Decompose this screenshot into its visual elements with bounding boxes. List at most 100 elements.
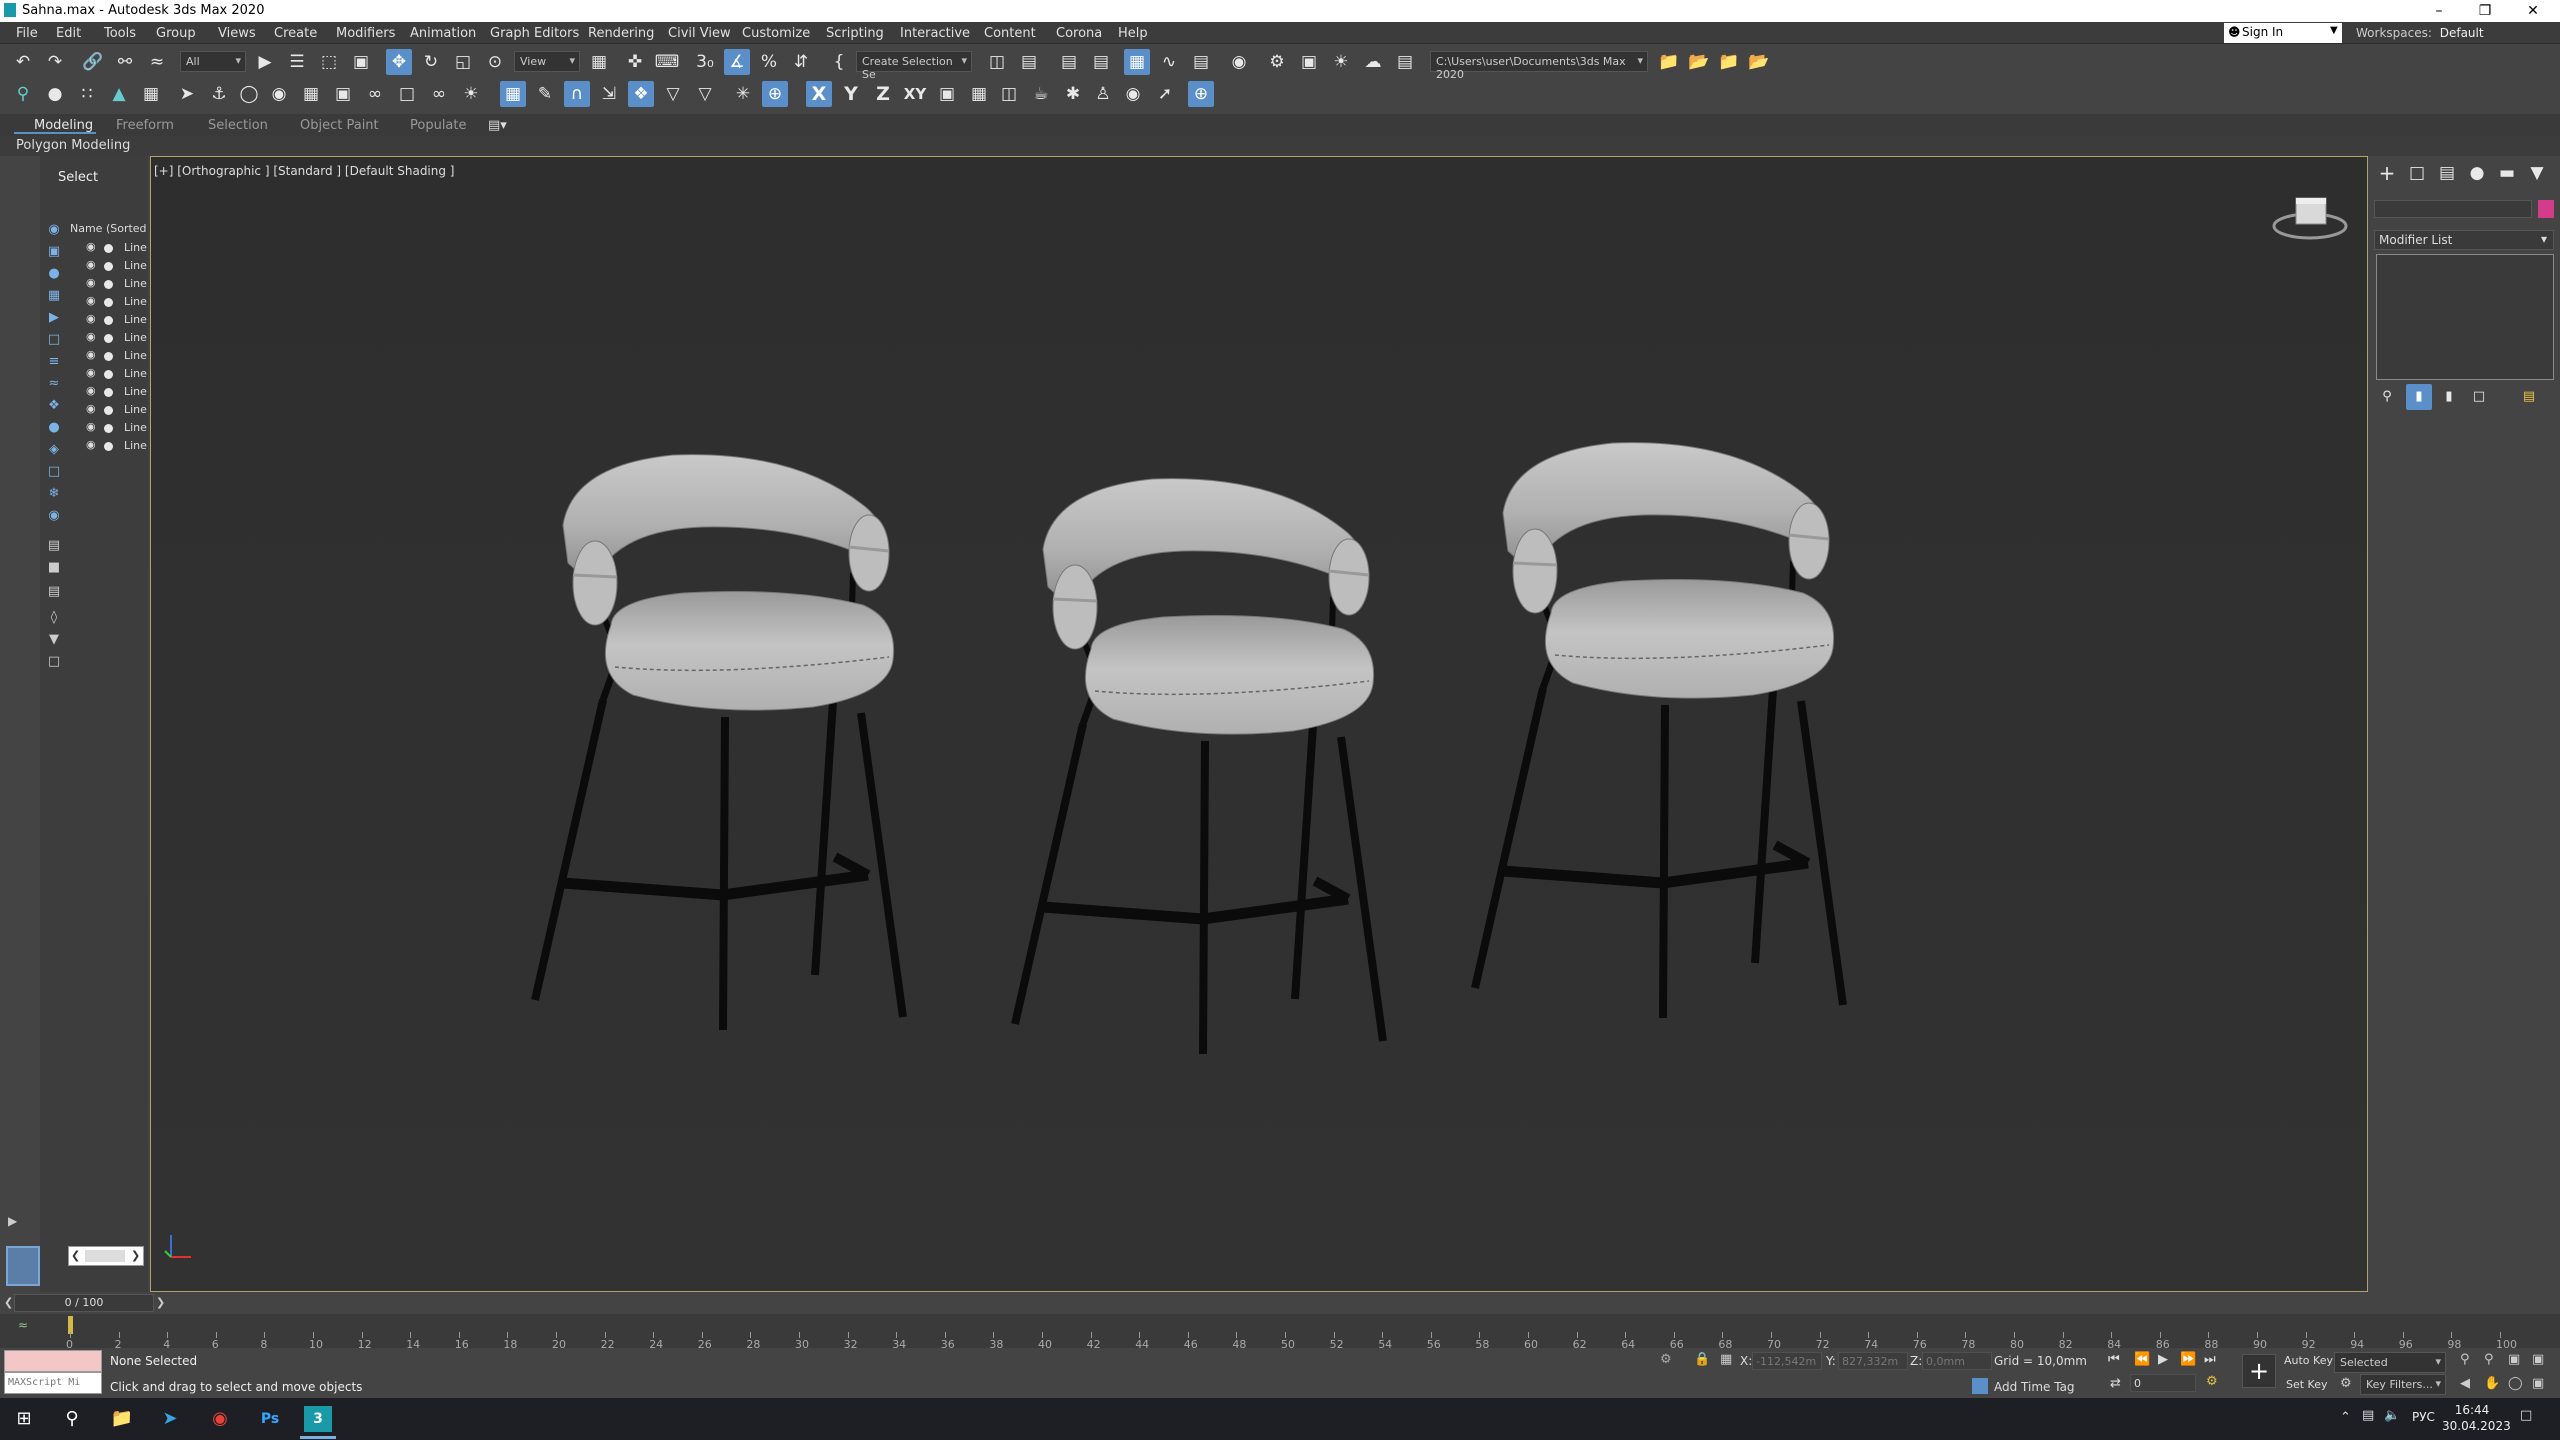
list-icon[interactable]: ▤ xyxy=(44,584,64,602)
find-icon[interactable]: ◊ xyxy=(44,610,64,628)
utilities-tab-icon[interactable]: ▼ xyxy=(2524,160,2550,186)
zoom-icon[interactable]: ⚲ xyxy=(2460,1352,2470,1367)
menu-group[interactable]: Group xyxy=(156,26,196,41)
menu-views[interactable]: Views xyxy=(218,26,256,41)
align-icon[interactable]: ▤ xyxy=(1016,49,1042,75)
image-icon[interactable]: ▣ xyxy=(330,81,356,107)
photoshop-icon[interactable]: Ps xyxy=(256,1406,284,1432)
show-end-result-icon[interactable]: ▮ xyxy=(2406,384,2432,410)
eye-icon[interactable]: ◉ xyxy=(86,240,98,253)
spacing-icon[interactable]: ◫ xyxy=(996,81,1022,107)
maxscript-mini-listener[interactable]: MAXScript Mi xyxy=(4,1372,102,1394)
hierarchy-tab-icon[interactable]: ▤ xyxy=(2434,160,2460,186)
project-create-icon[interactable]: 📁 xyxy=(1716,49,1742,75)
go-to-end-icon[interactable]: ⏭ xyxy=(2204,1352,2216,1367)
maxscript-listener-top[interactable] xyxy=(4,1350,102,1372)
select-object-icon[interactable]: ▶ xyxy=(252,49,278,75)
menu-content[interactable]: Content xyxy=(984,26,1036,41)
cameras-filter-icon[interactable]: □ xyxy=(44,332,64,350)
freeze-dot-icon[interactable] xyxy=(104,280,113,289)
taskbar-clock[interactable]: 16:44 30.04.2023 xyxy=(2442,1402,2511,1434)
eye-icon[interactable]: ◉ xyxy=(86,348,98,361)
next-frame-icon[interactable]: ⏩ xyxy=(2180,1352,2196,1367)
key-filter-icon[interactable]: ⚙ xyxy=(2340,1376,2352,1391)
scroll-left-icon[interactable]: ❮ xyxy=(71,1249,80,1262)
freeze-dot-icon[interactable] xyxy=(104,370,113,379)
group-icon[interactable]: ∞ xyxy=(362,81,388,107)
configure-modifier-sets-icon[interactable]: ▤ xyxy=(2516,384,2542,410)
pivot-icon[interactable]: ⊕ xyxy=(762,81,788,107)
render-setup-icon[interactable]: ⚙ xyxy=(1264,49,1290,75)
eye-icon[interactable]: ◉ xyxy=(86,402,98,415)
named-selection-dropdown[interactable]: Create Selection Se xyxy=(856,51,972,81)
object-color-swatch[interactable] xyxy=(2538,200,2554,218)
display-all-icon[interactable]: ▣ xyxy=(44,244,64,262)
axis-z-button[interactable]: Z xyxy=(870,81,896,107)
set-key-big-icon[interactable]: + xyxy=(2242,1354,2276,1388)
spinner-snap-icon[interactable]: ⇵ xyxy=(788,49,814,75)
field-of-view-icon[interactable]: ◀ xyxy=(2460,1376,2470,1391)
menu-help[interactable]: Help xyxy=(1118,26,1148,41)
isolate-selection-icon[interactable]: ⚙ xyxy=(1660,1352,1672,1367)
camera-icon[interactable]: ◉ xyxy=(266,81,292,107)
lights-filter-icon[interactable]: ▶ xyxy=(44,310,64,328)
freeze-dot-icon[interactable] xyxy=(104,316,113,325)
menu-graph-editors[interactable]: Graph Editors xyxy=(490,26,579,41)
add-time-tag[interactable]: Add Time Tag xyxy=(1994,1380,2075,1394)
eye-icon[interactable]: ◉ xyxy=(86,294,98,307)
project-folder-icon[interactable]: 📁 xyxy=(1656,49,1682,75)
cursor-icon[interactable]: ➤ xyxy=(174,81,200,107)
menu-file[interactable]: File xyxy=(16,26,38,41)
render-iterative-icon[interactable]: ☁ xyxy=(1360,49,1386,75)
object-name-field[interactable] xyxy=(2374,200,2532,218)
pan-icon[interactable]: ✋ xyxy=(2484,1376,2500,1391)
box-icon[interactable]: □ xyxy=(394,81,420,107)
funnel-icon[interactable]: ▽ xyxy=(660,81,686,107)
paint-icon[interactable]: ✎ xyxy=(532,81,558,107)
menu-create[interactable]: Create xyxy=(274,26,317,41)
percent-snap-icon[interactable]: % xyxy=(756,49,782,75)
character-icon[interactable]: ♙ xyxy=(1090,81,1116,107)
zoom-all-icon[interactable]: ⚲ xyxy=(2484,1352,2494,1367)
reference-coordinate-dropdown[interactable]: View xyxy=(514,51,580,72)
teapot-icon[interactable]: ☕ xyxy=(1028,81,1054,107)
frozen-filter-icon[interactable]: ❄ xyxy=(44,486,64,504)
window-crossing-icon[interactable]: ▣ xyxy=(348,49,374,75)
x-coordinate-field[interactable]: -112,542m xyxy=(1752,1352,1822,1370)
menu-edit[interactable]: Edit xyxy=(56,26,81,41)
bind-space-warp-icon[interactable]: ≈ xyxy=(144,49,170,75)
3ds-max-icon[interactable]: 3 xyxy=(304,1406,332,1432)
set-key-button[interactable]: Set Key xyxy=(2286,1378,2328,1391)
xrefs-filter-icon[interactable]: ● xyxy=(44,420,64,438)
toggle-scene-explorer-icon[interactable]: ▤ xyxy=(1056,49,1082,75)
bones-filter-icon[interactable]: ◈ xyxy=(44,442,64,460)
layer-icon[interactable]: ▤ xyxy=(44,538,64,556)
play-icon[interactable]: ▶ xyxy=(2158,1352,2168,1367)
scroll-thumb[interactable] xyxy=(85,1250,125,1262)
create-tab-icon[interactable]: + xyxy=(2374,160,2400,186)
workspaces-selector[interactable]: Workspaces: Default xyxy=(2356,26,2484,40)
groups-filter-icon[interactable]: ❖ xyxy=(44,398,64,416)
angle-snap-icon[interactable]: ∡ xyxy=(724,49,750,75)
axis-xy-button[interactable]: XY xyxy=(902,81,928,107)
go-to-start-icon[interactable]: ⏮ xyxy=(2108,1352,2120,1367)
key-mode-dropdown[interactable]: Selected xyxy=(2334,1352,2446,1373)
current-frame-field[interactable]: 0 xyxy=(2130,1374,2196,1392)
display-tab-icon[interactable]: ▬ xyxy=(2494,160,2520,186)
project-set-icon[interactable]: 📂 xyxy=(1746,49,1772,75)
filter-icon[interactable]: ▽ xyxy=(692,81,718,107)
search-icon[interactable]: ⚲ xyxy=(58,1406,86,1432)
eye-icon[interactable]: ◉ xyxy=(86,258,98,271)
render-production-icon[interactable]: ☀ xyxy=(1328,49,1354,75)
unlink-icon[interactable]: ⚯ xyxy=(112,49,138,75)
project-open-icon[interactable]: 📂 xyxy=(1686,49,1712,75)
toggle-layer-explorer-icon[interactable]: ▤ xyxy=(1088,49,1114,75)
tab-freeform[interactable]: Freeform xyxy=(116,118,174,133)
axis-x-button[interactable]: X xyxy=(806,81,832,107)
tab-selection[interactable]: Selection xyxy=(208,118,268,133)
y-coordinate-field[interactable]: 827,332m xyxy=(1838,1352,1908,1370)
mirror-icon[interactable]: ◫ xyxy=(984,49,1010,75)
modify-tab-icon[interactable]: □ xyxy=(2404,160,2430,186)
time-slider[interactable]: 0 / 100 xyxy=(14,1294,154,1312)
maximize-viewport-icon[interactable]: ▣ xyxy=(2532,1376,2544,1391)
